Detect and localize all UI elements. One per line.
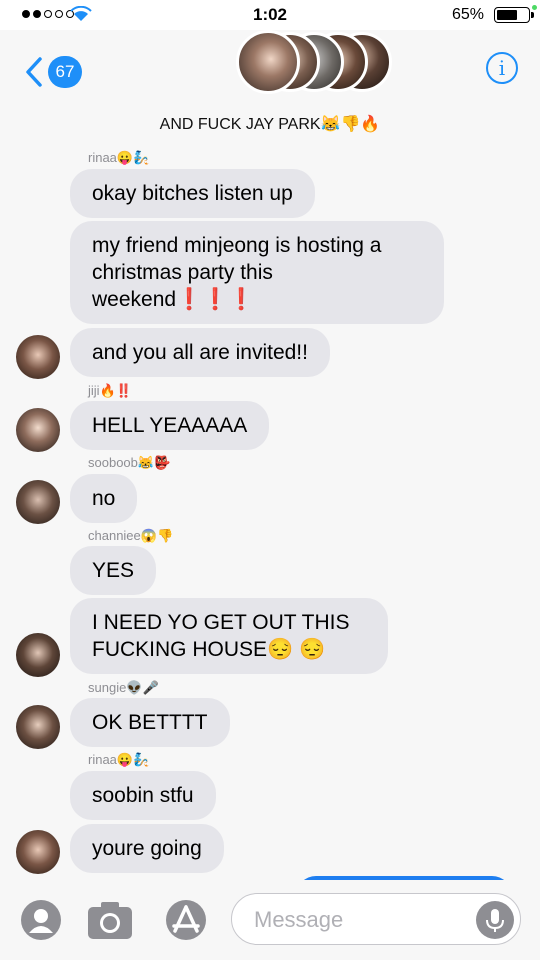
sender-name: sooboob😹👺 [88, 455, 171, 470]
contact-avatar[interactable] [16, 408, 60, 452]
message-bubble[interactable]: no [70, 474, 138, 523]
microphone-icon [486, 909, 504, 932]
sender-name: rinaa😛🧞 [88, 150, 150, 165]
group-avatars[interactable] [236, 30, 396, 94]
sender-name: sungie👽🎤 [88, 680, 159, 695]
camera-icon[interactable] [86, 899, 134, 941]
sender-name: jiji🔥‼️ [88, 383, 132, 398]
battery-icon [494, 7, 534, 23]
group-title: AND FUCK JAY PARK😹👎🔥 [159, 116, 381, 133]
message-input[interactable] [252, 904, 466, 936]
message-bubble[interactable]: youre going [70, 824, 224, 873]
message-bubble[interactable]: HELL YEAAAAA [70, 401, 270, 450]
contact-avatar[interactable] [16, 480, 60, 524]
sender-name: channiee😱👎 [88, 528, 174, 543]
info-button[interactable]: i [486, 52, 518, 84]
unread-count-badge: 67 [48, 56, 82, 88]
message-list[interactable]: rinaa😛🧞 okay bitches listen up my friend… [0, 138, 540, 880]
message-bubble[interactable]: okay bitches listen up [70, 169, 315, 218]
charging-indicator [532, 5, 537, 10]
contact-avatar[interactable] [16, 335, 60, 379]
sender-name: rinaa😛🧞 [88, 752, 150, 767]
battery-percent: 65% [451, 6, 484, 23]
microphone-button[interactable] [476, 901, 514, 939]
appstore-icon[interactable] [162, 899, 210, 941]
conversation-header: 67 i AND FUCK JAY PARK😹👎🔥 [0, 30, 540, 139]
contact-avatar[interactable] [16, 633, 60, 677]
message-bubble[interactable]: my friend minjeong is hosting a christma… [70, 221, 444, 324]
message-bubble[interactable]: YES [70, 546, 157, 595]
chevron-left-icon [26, 57, 42, 87]
message-bubble[interactable]: soobin stfu [70, 771, 216, 820]
contact-avatar[interactable] [16, 705, 60, 749]
status-bar: 1:02 65% [0, 0, 540, 30]
group-avatar-5 [236, 30, 300, 94]
message-bubble[interactable]: I NEED YO GET OUT THIS FUCKING HOUSE😔 😔 [70, 598, 388, 674]
contact-icon[interactable] [20, 899, 62, 941]
contact-avatar[interactable] [16, 830, 60, 874]
back-button[interactable]: 67 [24, 56, 82, 88]
message-bubble[interactable]: OK BETTTT [70, 698, 230, 747]
message-field[interactable] [231, 893, 521, 945]
message-input-bar [0, 880, 540, 960]
message-bubble[interactable]: and you all are invited!! [70, 328, 330, 377]
